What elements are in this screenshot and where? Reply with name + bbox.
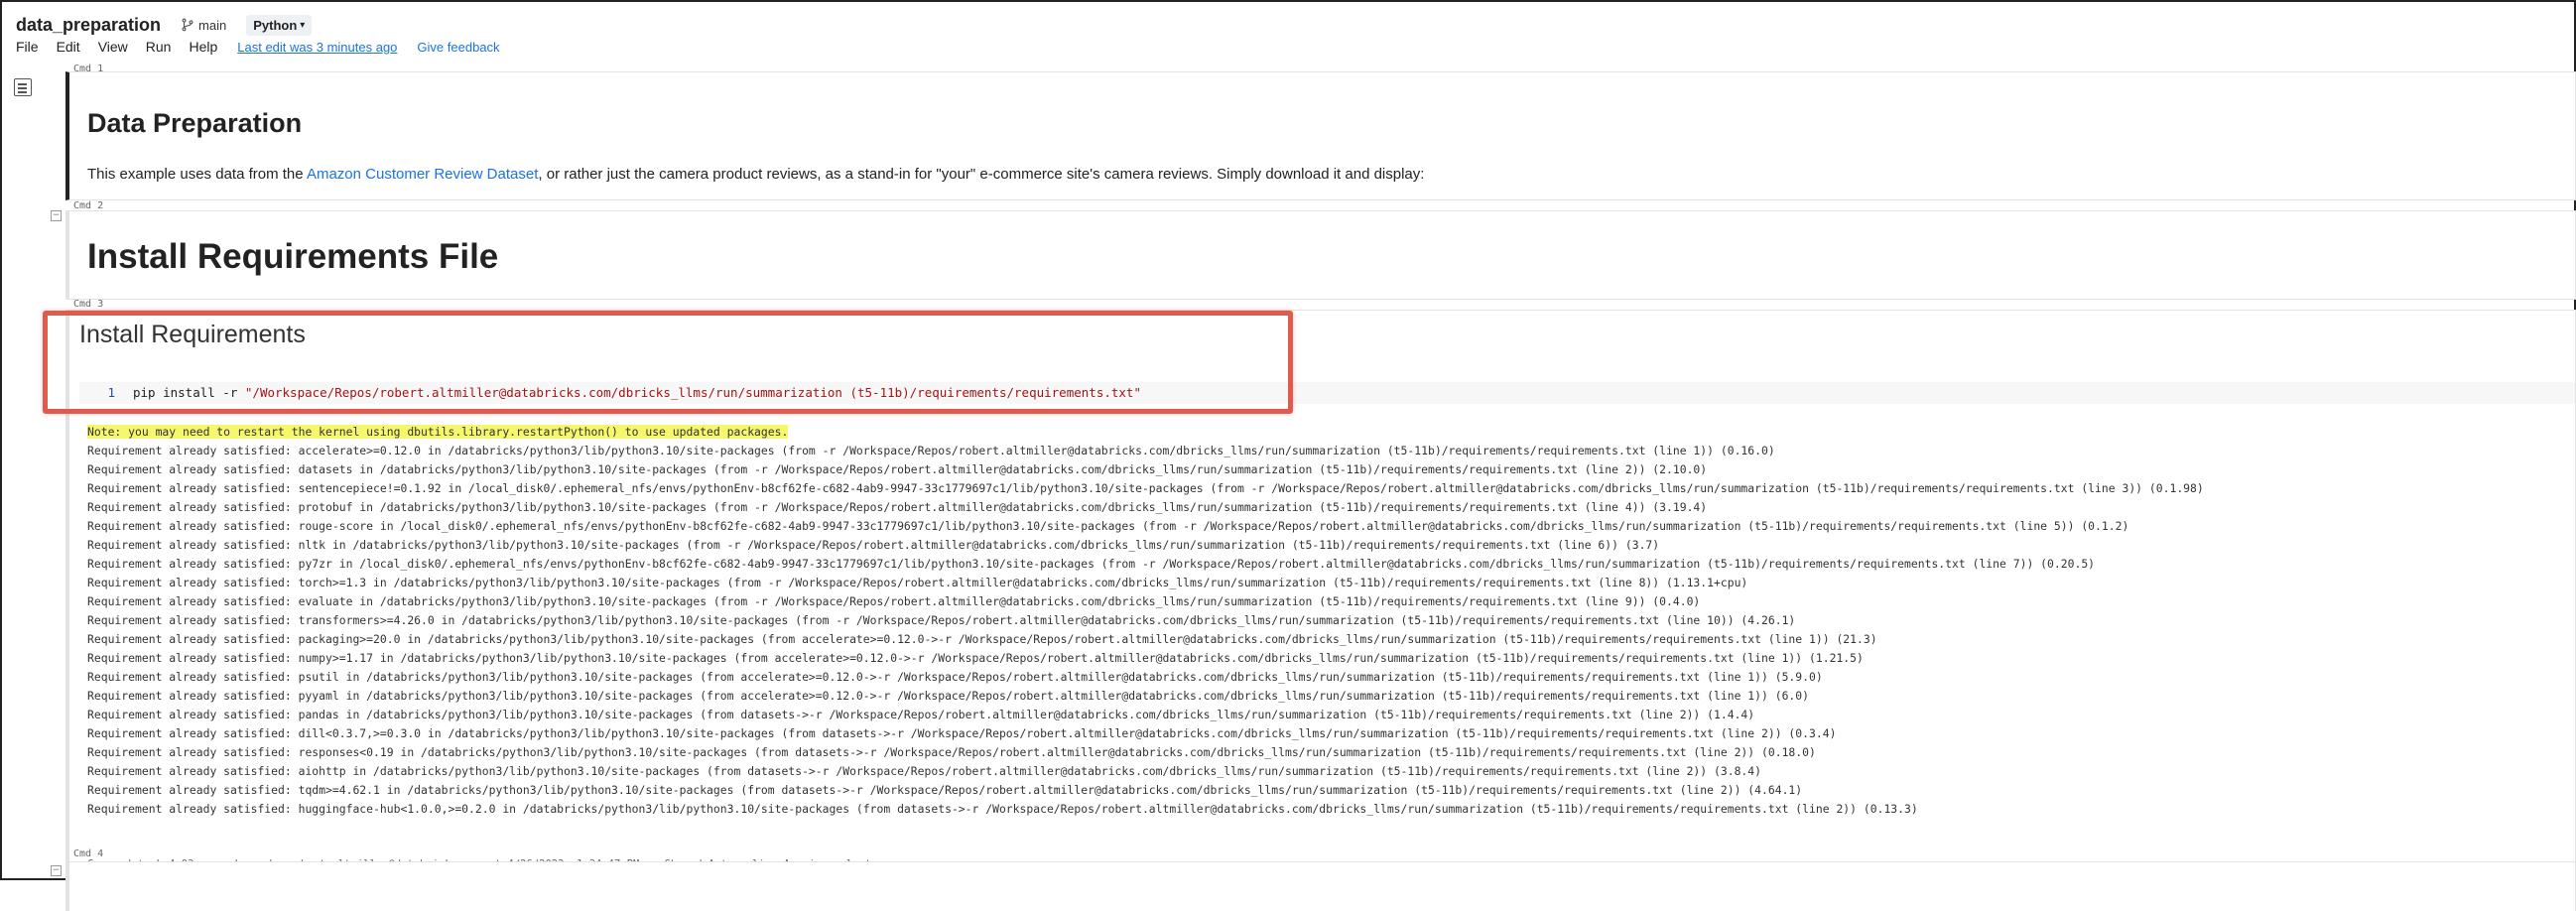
collapse-cell-2-button[interactable]: − [51,210,62,221]
code-cell-3[interactable]: Install Requirements 1 pip install -r "/W… [43,310,2576,883]
cell-1-text-start: This example uses data from the [87,166,307,183]
output-line: Requirement already satisfied: evaluate … [87,594,1701,608]
output-line: Requirement already satisfied: py7zr in … [87,557,2096,571]
cell-2-heading: Install Requirements File [87,237,499,276]
output-line: Requirement already satisfied: sentencep… [87,481,2204,495]
dataset-link[interactable]: Amazon Customer Review Dataset [307,166,538,183]
table-of-contents-icon[interactable] [14,78,32,96]
branch-name: main [198,17,227,33]
notebook-cells: Cmd 1 Data Preparation This example uses… [43,62,2576,911]
branch-selector[interactable]: main [175,16,232,35]
output-line: Requirement already satisfied: psutil in… [87,670,1823,684]
cmd-label-4: Cmd 4 [73,848,104,859]
cell-1-paragraph: This example uses data from the Amazon C… [87,166,1424,183]
markdown-cell-2[interactable]: Install Requirements File [65,210,2576,300]
output-line: Requirement already satisfied: tqdm>=4.6… [87,783,1803,797]
code-editor-line[interactable]: 1 pip install -r "/Workspace/Repos/robert… [79,382,2575,404]
output-line: Requirement already satisfied: transform… [87,613,1796,627]
output-line: Requirement already satisfied: protobuf … [87,500,1708,514]
output-line: Requirement already satisfied: huggingfa… [87,802,1918,816]
markdown-cell-1[interactable]: Data Preparation This example uses data … [65,71,2576,200]
output-line: Requirement already satisfied: packaging… [87,632,1877,646]
output-line: Requirement already satisfied: responses… [87,745,1816,759]
output-line: Requirement already satisfied: nltk in /… [87,538,1660,552]
cell-1-text-end: , or rather just the camera product revi… [538,166,1425,183]
code-command: pip install -r [133,385,245,400]
code-string-path: "/Workspace/Repos/robert.altmiller@datab… [244,385,1141,400]
code-cell-4[interactable] [65,861,2576,911]
cell-output[interactable]: Note: you may need to restart the kernel… [87,423,2575,847]
cell-1-heading: Data Preparation [87,108,303,138]
output-line: Requirement already satisfied: pandas in… [87,708,1755,721]
give-feedback-link[interactable]: Give feedback [417,40,499,55]
last-edit-link[interactable]: Last edit was 3 minutes ago [237,40,397,55]
menu-view[interactable]: View [98,39,128,55]
output-line: Requirement already satisfied: pyyaml in… [87,689,1810,703]
language-label: Python [253,17,298,33]
menu-run[interactable]: Run [146,39,172,55]
notebook-header: data_preparation main Python ▾ [16,10,313,40]
left-rail [0,62,46,880]
cell-3-title: Install Requirements [79,321,306,348]
output-line: Requirement already satisfied: accelerat… [87,444,1775,457]
menu-edit[interactable]: Edit [57,39,80,55]
menu-bar: File Edit View Run Help Last edit was 3 … [16,37,500,57]
output-line: Requirement already satisfied: numpy>=1.… [87,651,1864,665]
menu-help[interactable]: Help [189,39,217,55]
output-line: Requirement already satisfied: datasets … [87,462,1708,476]
output-line: Requirement already satisfied: aiohttp i… [87,764,1762,778]
output-line: Requirement already satisfied: rouge-sco… [87,519,2129,533]
notebook-title[interactable]: data_preparation [16,15,161,36]
output-line: Requirement already satisfied: torch>=1.… [87,576,1748,589]
line-number: 1 [107,385,115,400]
restart-note: Note: you may need to restart the kernel… [87,425,789,439]
cmd-label-3: Cmd 3 [73,299,104,310]
language-selector[interactable]: Python ▾ [246,14,313,36]
output-line: Requirement already satisfied: dill<0.3.… [87,726,1837,740]
chevron-down-icon: ▾ [300,19,306,31]
git-branch-icon [182,18,193,32]
menu-file[interactable]: File [16,39,39,55]
collapse-cell-4-button[interactable]: − [51,865,62,876]
